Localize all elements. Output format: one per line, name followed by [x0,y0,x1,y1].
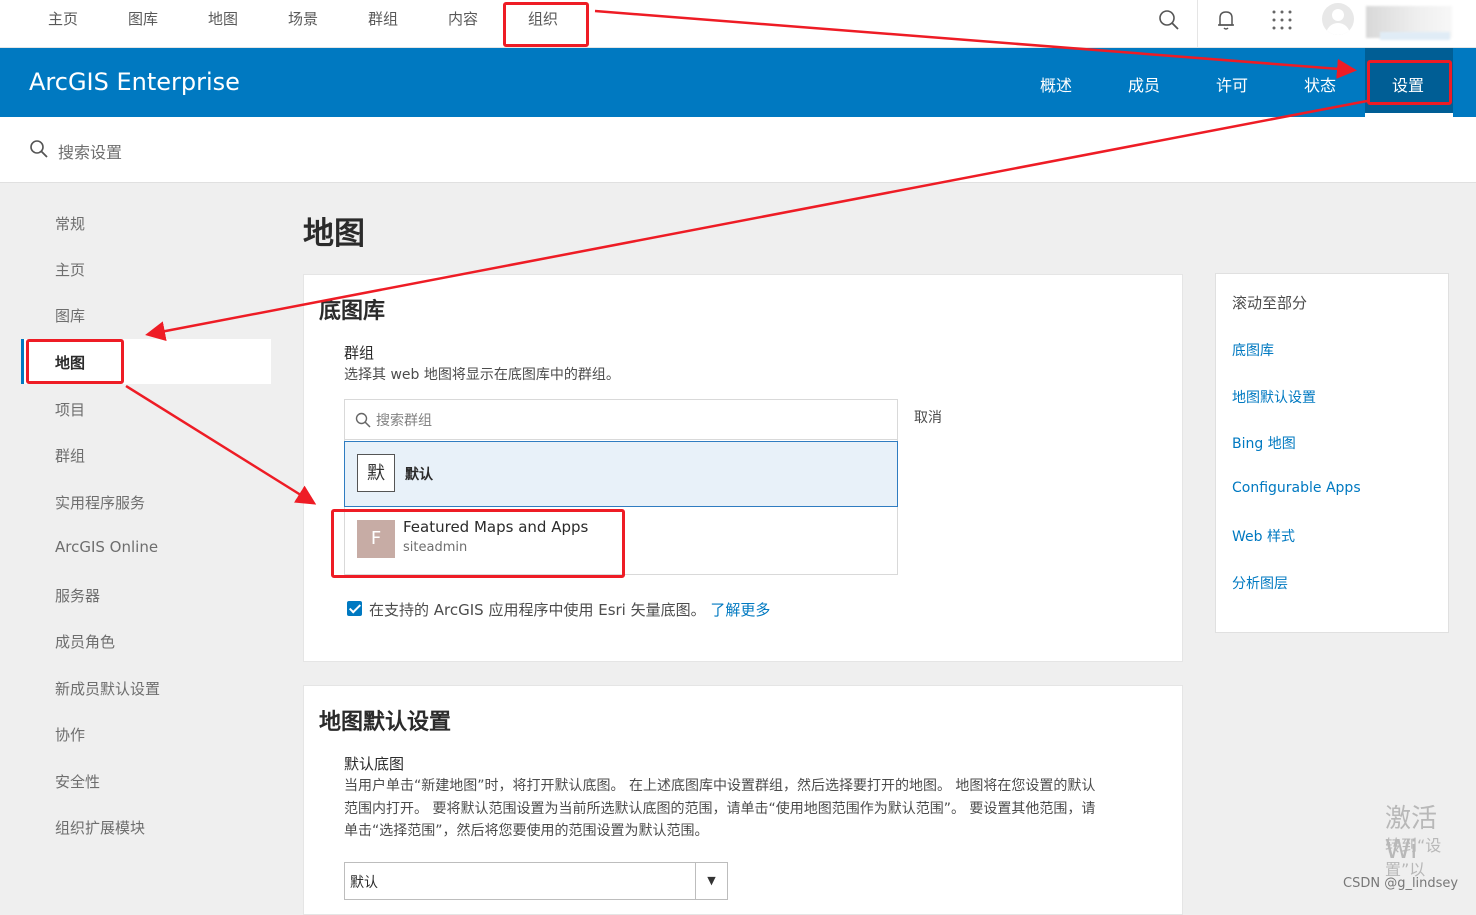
arrow-org-to-settings [594,9,1357,79]
annotation-arrows [125,9,1368,505]
arrow-map-to-group [125,384,317,505]
arrow-settings-to-map [145,99,1368,342]
